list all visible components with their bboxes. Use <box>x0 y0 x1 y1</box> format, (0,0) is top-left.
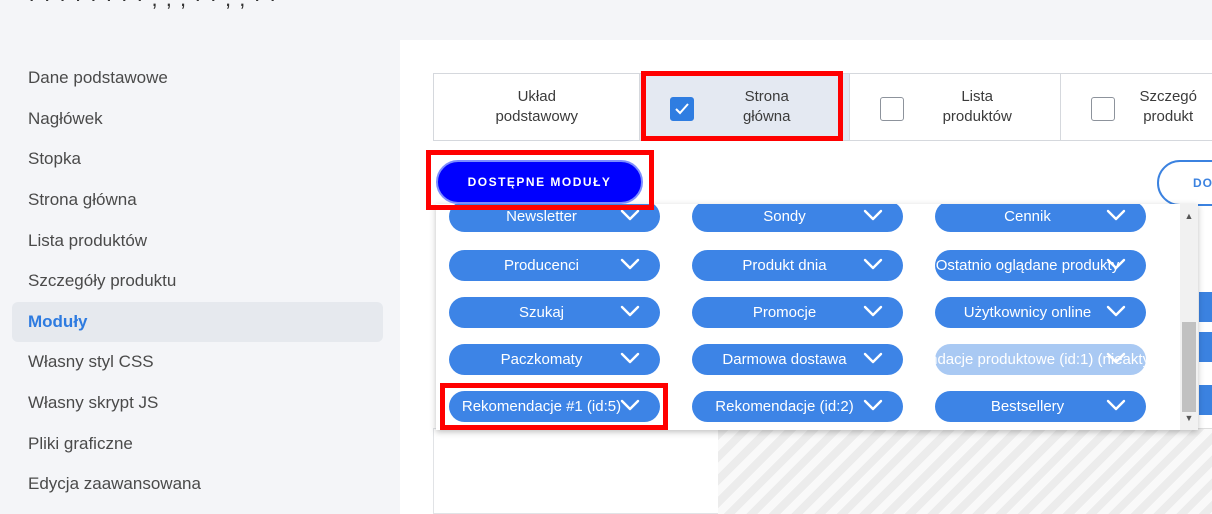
module-pill-label: Newsletter <box>506 208 577 225</box>
module-strip <box>1199 292 1212 322</box>
module-pill-label: Paczkomaty <box>500 351 583 368</box>
module-pill-label: Rekomendacje (id:2) <box>715 398 854 415</box>
module-pill[interactable]: Rekomendacje #1 (id:5) <box>449 391 660 422</box>
layout-tabs: Układ podstawowy Strona główna Lista produ… <box>433 73 1212 141</box>
module-pill[interactable]: Użytkownicy online <box>935 297 1146 328</box>
layout-tab-label: Lista produktów <box>942 88 1012 125</box>
module-strip <box>1199 332 1212 362</box>
layout-tab[interactable]: Szczegó produkt <box>1061 74 1212 140</box>
sidebar-item[interactable]: Szczegóły produktu <box>12 261 383 302</box>
scrollbar-thumb[interactable] <box>1182 322 1196 412</box>
chevron-down-icon[interactable] <box>1106 398 1126 412</box>
available-modules-button[interactable]: DOSTĘPNE MODUŁY <box>436 160 643 204</box>
sidebar-item[interactable]: Własny skrypt JS <box>12 383 383 424</box>
scroll-down-arrow-icon[interactable]: ▼ <box>1180 410 1198 426</box>
chevron-down-icon[interactable] <box>863 257 883 271</box>
checkbox-icon[interactable] <box>1091 97 1116 121</box>
dropdown-scrollbar[interactable]: ▲ ▼ <box>1180 204 1198 430</box>
module-pill[interactable]: Produkt dnia <box>692 250 903 281</box>
sidebar-item[interactable]: Dane podstawowe <box>12 58 383 99</box>
chevron-down-icon[interactable] <box>1106 351 1126 365</box>
module-pill[interactable]: Cennik <box>935 204 1146 232</box>
module-pill[interactable]: Rekomendacje (id:2) <box>692 391 903 422</box>
sidebar-item[interactable]: Moduły <box>12 301 383 343</box>
layout-tab-label: Szczegó produkt <box>1139 88 1197 125</box>
checkbox-checked-icon[interactable] <box>670 97 695 121</box>
module-pill[interactable]: Ostatnio oglądane produkty <box>935 250 1146 281</box>
module-pill[interactable]: Bestsellery <box>935 391 1146 422</box>
module-pill-label: Darmowa dostawa <box>722 351 847 368</box>
module-pill-label: Producenci <box>503 257 580 274</box>
sidebar-item[interactable]: Lista produktów <box>12 220 383 261</box>
chevron-down-icon[interactable] <box>863 351 883 365</box>
modules-dropdown: Newsletter Sondy Cennik Producenci Produkt d… <box>436 204 1198 430</box>
sidebar-item[interactable]: Edycja zaawansowana <box>12 464 383 505</box>
module-slot-left <box>433 428 719 514</box>
module-pill-label: Produkt dnia <box>742 257 827 274</box>
chevron-down-icon[interactable] <box>620 208 640 222</box>
module-drop-area <box>718 428 1212 514</box>
chevron-down-icon[interactable] <box>863 208 883 222</box>
chevron-down-icon[interactable] <box>1106 208 1126 222</box>
layout-tab[interactable]: Układ podstawowy <box>434 74 641 140</box>
sidebar-item[interactable]: Strona główna <box>12 180 383 221</box>
module-pill-label: Sondy <box>763 208 806 225</box>
module-strip <box>1199 385 1212 415</box>
outline-button[interactable]: DO <box>1157 160 1212 206</box>
sidebar: Dane podstawowe Nagłówek Stopka Strona głów… <box>12 58 383 505</box>
chevron-down-icon[interactable] <box>1106 257 1126 271</box>
module-pill[interactable]: Rekomendacje produktowe (id:1) (nieaktyw… <box>935 344 1146 375</box>
module-pill-label: Użytkownicy online <box>963 304 1092 321</box>
module-pill-label: Bestsellery <box>990 398 1065 415</box>
sidebar-item[interactable]: Stopka <box>12 139 383 180</box>
sidebar-item[interactable]: Nagłówek <box>12 99 383 140</box>
chevron-down-icon[interactable] <box>620 304 640 318</box>
module-pill[interactable]: Sondy <box>692 204 903 232</box>
chevron-down-icon[interactable] <box>863 398 883 412</box>
layout-tab-label: Strona główna <box>742 88 791 125</box>
chevron-down-icon[interactable] <box>620 351 640 365</box>
chevron-down-icon[interactable] <box>1106 304 1126 318</box>
module-pill[interactable]: Producenci <box>449 250 660 281</box>
module-pill-label: Promocje <box>752 304 817 321</box>
module-pill[interactable]: Paczkomaty <box>449 344 660 375</box>
layout-tab[interactable]: Strona główna <box>640 74 850 140</box>
scroll-up-arrow-icon[interactable]: ▲ <box>1180 208 1198 224</box>
layout-tab-label: Układ podstawowy <box>495 88 579 125</box>
module-pill[interactable]: Newsletter <box>449 204 660 232</box>
checkbox-icon[interactable] <box>879 97 904 121</box>
module-pill[interactable]: Darmowa dostawa <box>692 344 903 375</box>
chevron-down-icon[interactable] <box>863 304 883 318</box>
module-pill[interactable]: Promocje <box>692 297 903 328</box>
sidebar-item[interactable]: Pliki graficzne <box>12 423 383 464</box>
module-pill-label: Szukaj <box>518 304 565 321</box>
module-pill-label: Cennik <box>1004 208 1051 225</box>
chevron-down-icon[interactable] <box>620 257 640 271</box>
layout-tab[interactable]: Lista produktów <box>850 74 1062 140</box>
module-pill[interactable]: Szukaj <box>449 297 660 328</box>
chevron-down-icon[interactable] <box>620 398 640 412</box>
header-cut-text: · · · · · · · · , , , · · , , · · <box>28 0 277 12</box>
sidebar-item[interactable]: Własny styl CSS <box>12 342 383 383</box>
